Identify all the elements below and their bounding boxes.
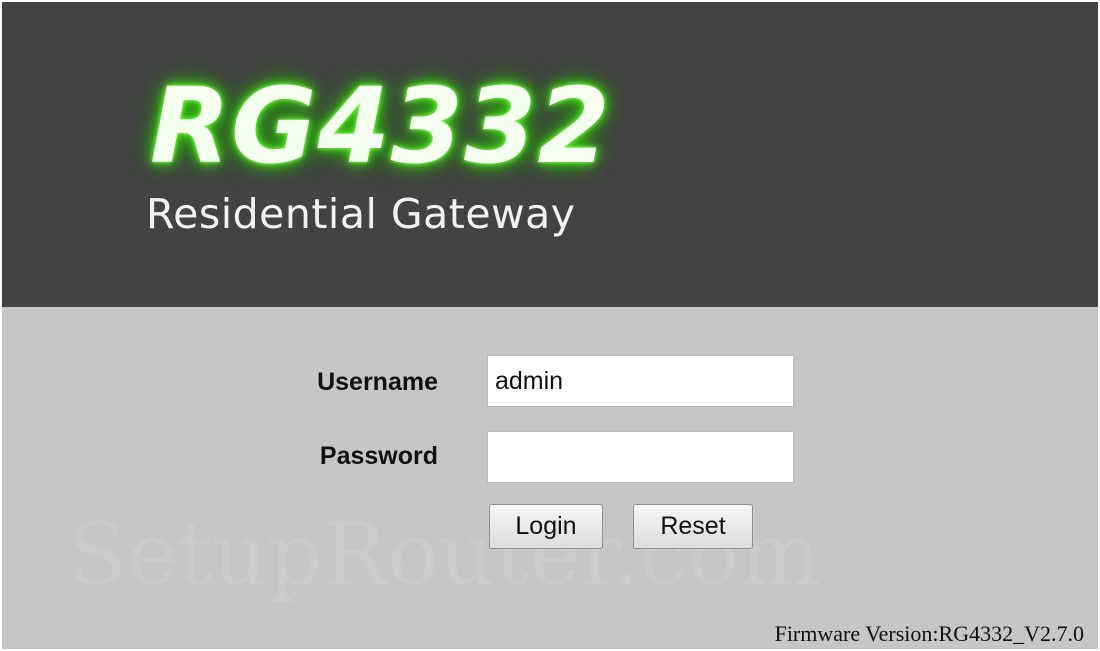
username-input[interactable]: [487, 355, 794, 407]
username-label: Username: [317, 368, 438, 396]
brand-subtitle: Residential Gateway: [146, 190, 576, 238]
reset-button[interactable]: Reset: [633, 504, 753, 549]
brand-model-logo: RG4332: [150, 65, 611, 187]
login-button[interactable]: Login: [489, 504, 603, 549]
password-label: Password: [319, 442, 438, 470]
password-input[interactable]: [487, 431, 794, 483]
login-panel: SetupRouter.com Username Password Login …: [2, 307, 1098, 649]
header-banner: RG4332 Residential Gateway: [2, 2, 1098, 307]
router-login-page: RG4332 Residential Gateway SetupRouter.c…: [2, 2, 1098, 649]
firmware-version: Firmware Version:RG4332_V2.7.0: [774, 621, 1084, 646]
